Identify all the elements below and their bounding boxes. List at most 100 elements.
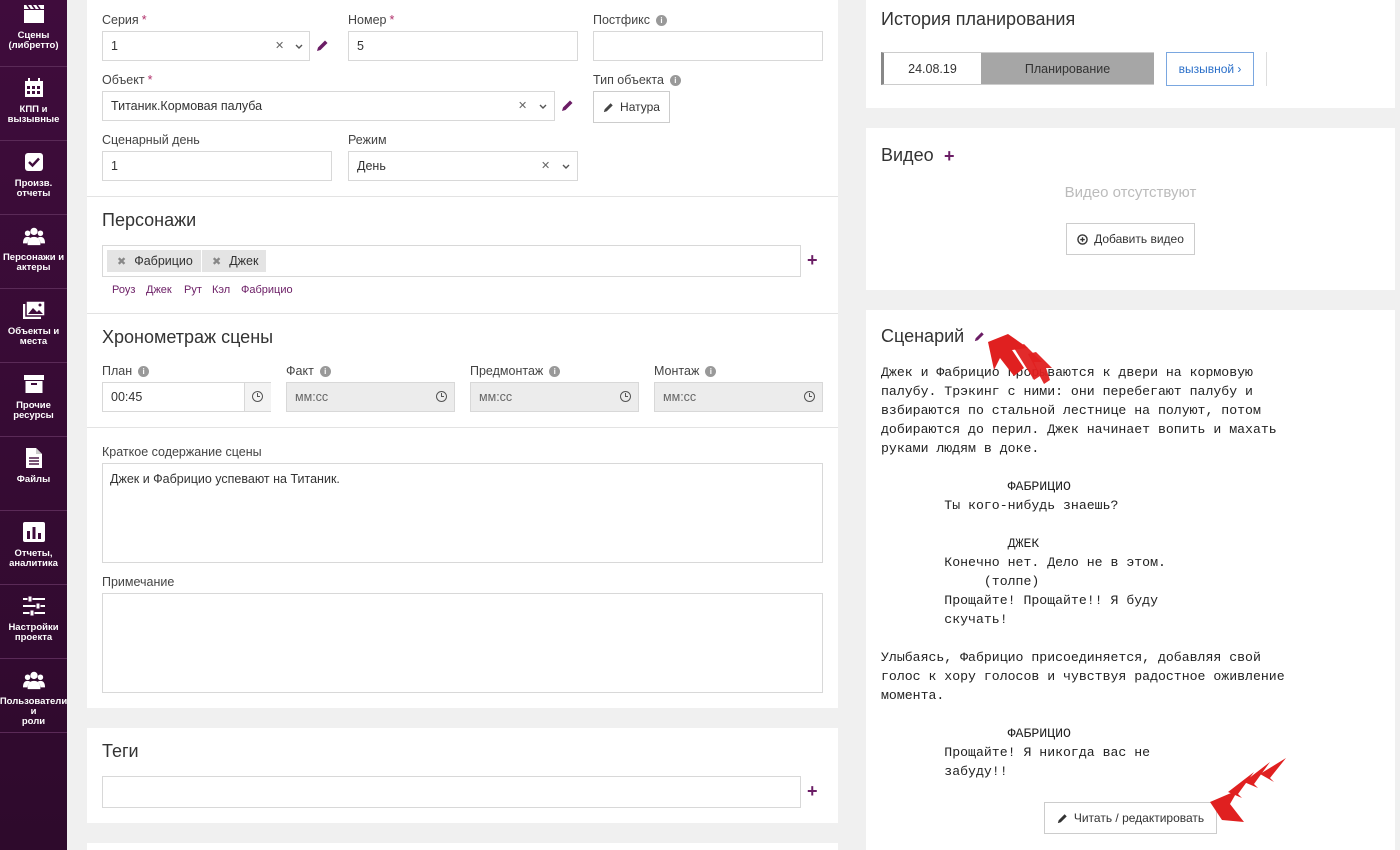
read-edit-button[interactable]: Читать / редактировать [1044,802,1217,834]
sidebar-item-resources[interactable]: Прочие ресурсы [0,363,67,437]
tags-panel: Теги + [87,728,838,823]
character-suggestion[interactable]: Роуз [112,284,135,296]
info-icon: i [138,366,150,377]
pencil-icon [1057,813,1067,823]
screenplay-panel: Сценарий Джек и Фабрицио прорываются к д… [866,310,1395,850]
divider [87,427,838,428]
bar-chart-icon [22,521,45,543]
object-label: Объект * [102,73,153,87]
postfix-field[interactable] [593,31,823,61]
plan-field[interactable]: 00:45 [102,382,271,412]
info-icon: i [656,15,668,26]
character-suggestion[interactable]: Рут [184,284,202,296]
next-panel [87,843,838,850]
history-status: Планирование [981,53,1154,84]
annotation-arrow-icon [1210,758,1286,822]
sidebar-item-settings[interactable]: Настройки проекта [0,585,67,659]
clear-icon[interactable]: ✕ [541,159,550,172]
character-suggestion[interactable]: Джек [146,284,172,296]
divider [87,196,838,197]
sidebar-item-characters[interactable]: Персонажи и актеры [0,215,67,289]
sidebar-item-scenes[interactable]: Сцены (либретто) [0,0,67,67]
callsheet-button[interactable]: вызывной › [1166,52,1254,86]
summary-label: Краткое содержание сцены [102,445,262,459]
remove-icon[interactable]: ✖ [212,255,221,268]
premontage-field[interactable]: мм:сс [470,382,639,412]
clock-icon[interactable] [804,391,815,402]
screenplay-heading: Сценарий [881,326,965,346]
sidebar-item-label: Прочие ресурсы [13,400,54,421]
sidebar-item-label: Сцены (либретто) [8,30,59,51]
add-character-icon[interactable]: + [807,251,818,269]
remove-icon[interactable]: ✖ [117,255,126,268]
clock-icon[interactable] [620,391,631,402]
clear-icon[interactable]: ✕ [275,39,284,52]
sidebar-item-label: Объекты и места [7,326,60,347]
info-icon: i [705,366,717,377]
sidebar-item-analytics[interactable]: Отчеты, аналитика [0,511,67,585]
video-panel: Видео + Видео отсутствуют Добавить видео [866,128,1395,290]
number-field[interactable]: 5 [348,31,578,61]
fact-label: Факт i [286,364,331,378]
sidebar-item-label: Произв. отчеты [14,178,53,199]
character-suggestion[interactable]: Кэл [212,284,230,296]
summary-textarea[interactable]: Джек и Фабрицио успевают на Титаник. [102,463,823,563]
fact-field[interactable]: мм:сс [286,382,455,412]
history-timeline: 24.08.19 Планирование [881,52,1154,85]
timing-heading: Хронометраж сцены [102,327,274,347]
series-select[interactable]: 1 ✕ [102,31,310,61]
object-type-label: Тип объекта i [593,73,681,87]
clock-icon[interactable] [436,391,447,402]
chevron-down-icon[interactable] [562,164,570,170]
file-icon [23,447,45,469]
sidebar-item-label: Файлы [16,474,51,485]
montage-label: Монтаж i [654,364,717,378]
screenplay-text: Джек и Фабрицио прорываются к двери на к… [881,365,1285,779]
pencil-icon[interactable] [561,99,574,112]
pencil-icon[interactable] [316,39,329,52]
series-label: Серия * [102,13,147,27]
archive-icon [23,373,45,395]
object-type-button[interactable]: Натура [593,91,670,123]
sliders-icon [22,595,45,617]
sidebar-item-kpp[interactable]: КПП и вызывные [0,67,67,141]
clock-icon[interactable] [252,391,263,402]
mode-label: Режим [348,133,387,147]
plan-label: План i [102,364,150,378]
sidebar-item-objects[interactable]: Объекты и места [0,289,67,363]
note-textarea[interactable] [102,593,823,693]
note-label: Примечание [102,575,175,589]
sidebar-item-label: Персонажи и актеры [2,252,65,273]
history-heading: История планирования [881,9,1076,29]
clear-icon[interactable]: ✕ [518,99,527,112]
history-date: 24.08.19 [908,61,957,76]
clapperboard-icon [23,3,45,25]
object-select[interactable]: Титаник.Кормовая палуба ✕ [102,91,555,121]
divider [1266,52,1267,86]
character-tag[interactable]: ✖ Джек [202,250,267,272]
chevron-down-icon[interactable] [539,104,547,110]
pencil-icon [603,102,613,112]
characters-heading: Персонажи [102,210,197,230]
scene-form-panel: Серия * 1 ✕ Номер * 5 Постфикс i Объект * Ти… [87,0,838,708]
sidebar: Сцены (либретто) КПП и вызывные Произв. … [0,0,67,850]
add-tag-icon[interactable]: + [807,782,818,800]
info-icon: i [669,75,681,86]
sidebar-item-label: КПП и вызывные [7,104,60,125]
montage-field[interactable]: мм:сс [654,382,823,412]
sidebar-item-reports-prod[interactable]: Произв. отчеты [0,141,67,215]
add-video-button[interactable]: Добавить видео [1066,223,1195,255]
sidebar-item-files[interactable]: Файлы [0,437,67,511]
character-tag[interactable]: ✖ Фабрицио [107,250,201,272]
info-icon: i [549,366,561,377]
chevron-down-icon[interactable] [295,44,303,50]
plus-circle-icon [1077,233,1088,245]
sidebar-item-users[interactable]: Пользователи и роли [0,659,67,733]
video-heading: Видео [881,145,934,165]
tags-field[interactable] [102,776,801,808]
mode-select[interactable]: День ✕ [348,151,578,181]
character-suggestion[interactable]: Фабрицио [241,284,293,296]
users-icon [22,225,45,247]
script-day-field[interactable]: 1 [102,151,332,181]
add-video-icon[interactable]: + [944,147,955,165]
